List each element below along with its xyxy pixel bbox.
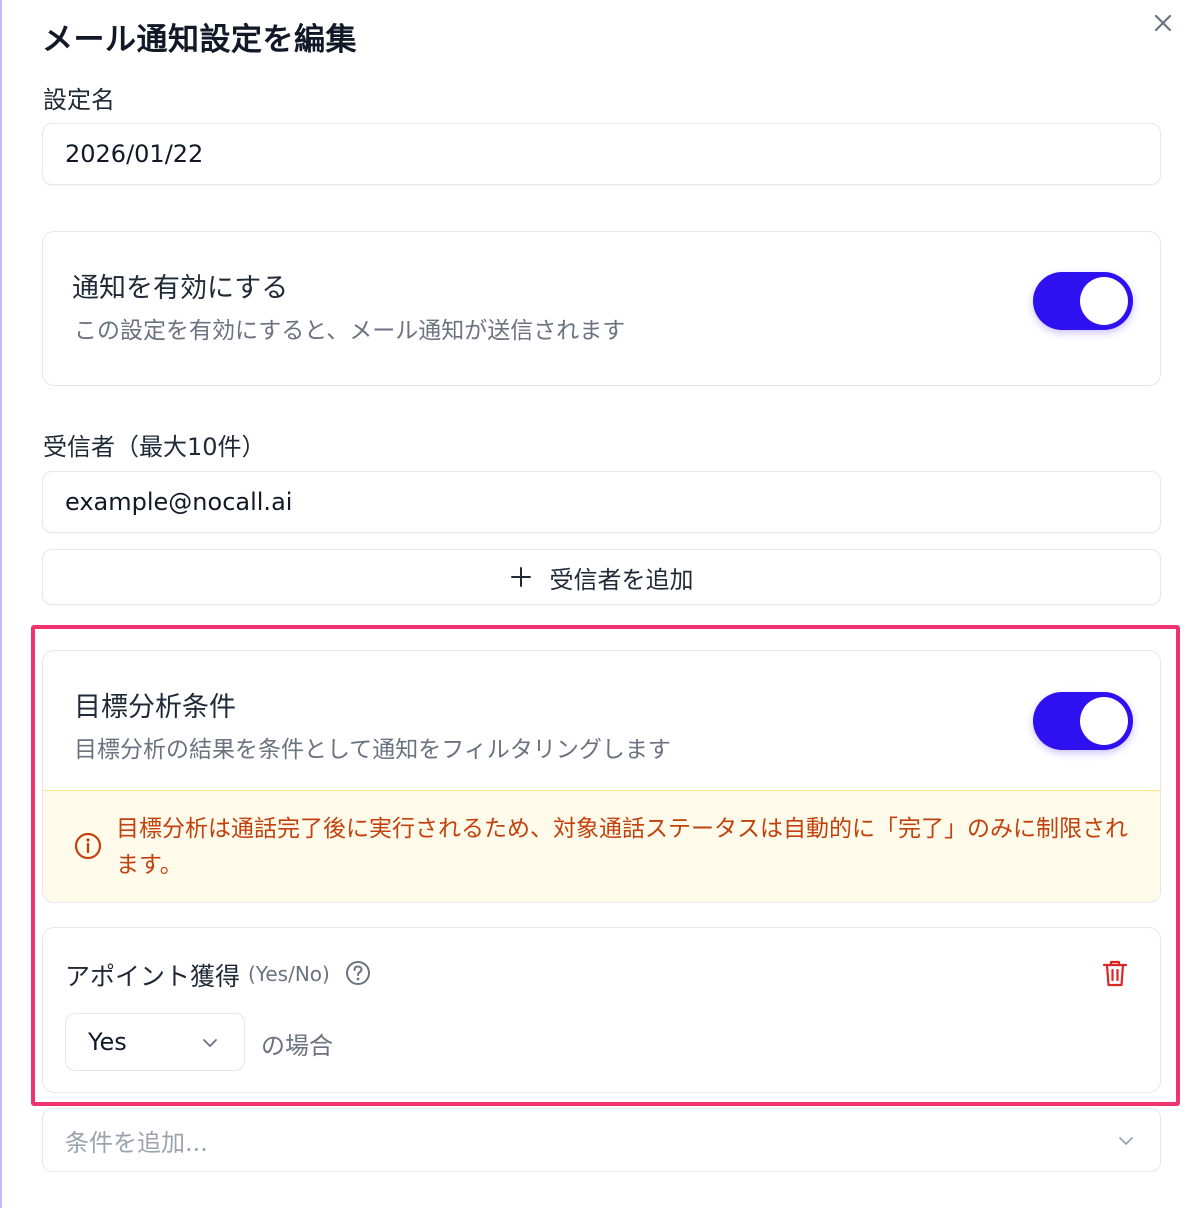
enable-notification-description: この設定を有効にすると、メール通知が送信されます bbox=[74, 318, 626, 344]
recipient-email-value: example@nocall.ai bbox=[65, 488, 293, 516]
highlight-box bbox=[31, 625, 1180, 1106]
recipients-label: 受信者（最大10件） bbox=[43, 433, 266, 461]
add-recipient-label: 受信者を追加 bbox=[549, 565, 694, 594]
enable-notification-card: 通知を有効にする この設定を有効にすると、メール通知が送信されます bbox=[42, 231, 1161, 386]
chevron-down-icon bbox=[1119, 1137, 1133, 1145]
setting-name-value: 2026/01/22 bbox=[65, 140, 204, 168]
add-condition-select[interactable]: 条件を追加... bbox=[42, 1108, 1161, 1172]
enable-notification-title: 通知を有効にする bbox=[72, 273, 289, 304]
enable-notification-toggle[interactable] bbox=[1033, 272, 1133, 330]
setting-name-input[interactable]: 2026/01/22 bbox=[42, 123, 1161, 185]
add-recipient-button[interactable]: 受信者を追加 bbox=[42, 549, 1161, 605]
panel-left-edge bbox=[0, 0, 2, 1208]
plus-icon bbox=[510, 567, 531, 587]
recipient-email-input[interactable]: example@nocall.ai bbox=[42, 471, 1161, 533]
close-icon[interactable] bbox=[1150, 10, 1176, 36]
toggle-knob bbox=[1080, 277, 1128, 325]
setting-name-label: 設定名 bbox=[43, 86, 115, 114]
add-condition-placeholder: 条件を追加... bbox=[65, 1128, 208, 1157]
dialog-title: メール通知設定を編集 bbox=[42, 22, 357, 58]
